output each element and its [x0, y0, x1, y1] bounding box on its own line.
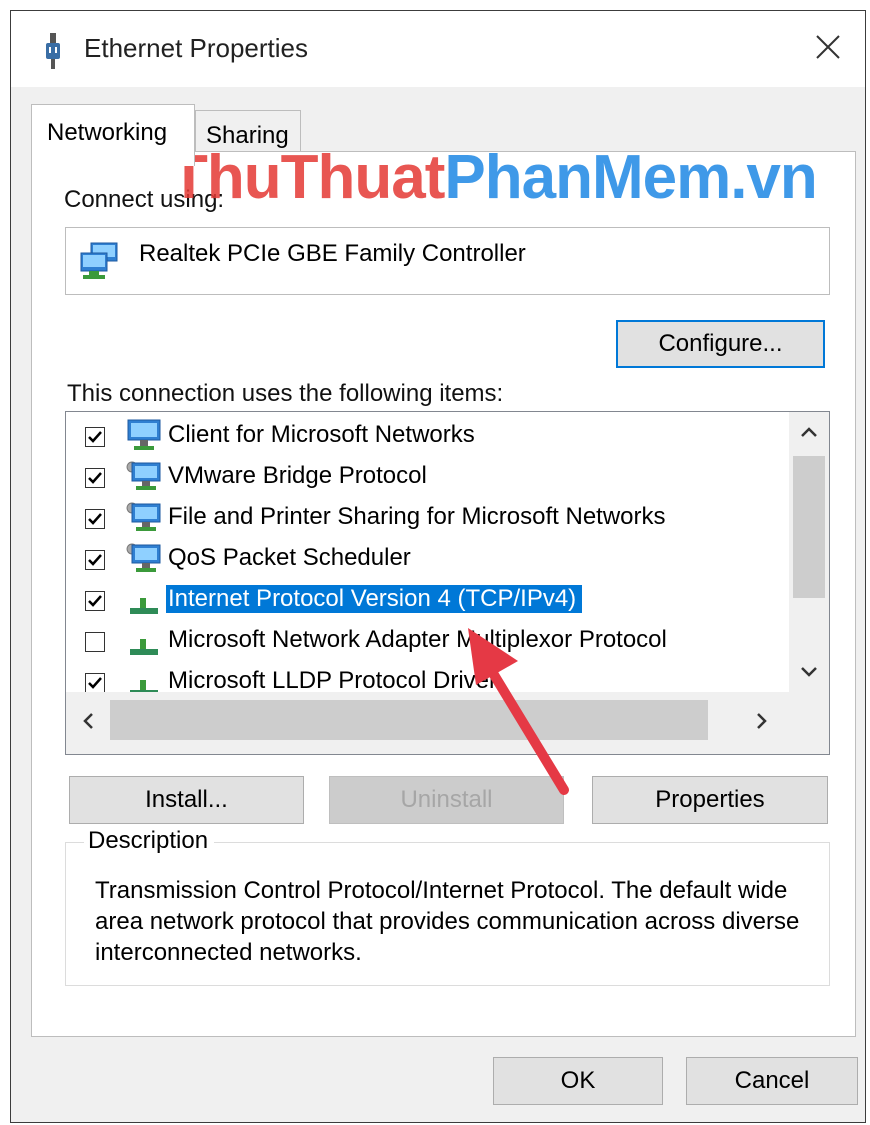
item-label: Client for Microsoft Networks — [168, 421, 475, 448]
vertical-scroll-thumb[interactable] — [793, 456, 825, 598]
tab-networking[interactable]: Networking — [31, 104, 195, 166]
item-checkbox[interactable] — [85, 550, 105, 570]
network-service-icon — [124, 459, 164, 495]
connect-using-label: Connect using: — [64, 186, 225, 213]
list-item[interactable]: Client for Microsoft Networks — [66, 417, 786, 455]
cancel-button[interactable]: Cancel — [686, 1057, 858, 1105]
scroll-right-button[interactable] — [740, 692, 784, 754]
item-label: Microsoft LLDP Protocol Driver — [168, 667, 497, 694]
networking-panel: Connect using: Realtek PCIe GBE Family C… — [31, 151, 856, 1037]
chevron-left-icon — [82, 712, 94, 735]
network-service-icon — [124, 500, 164, 536]
chevron-right-icon — [756, 712, 768, 735]
item-label: VMware Bridge Protocol — [168, 462, 427, 489]
close-button[interactable] — [791, 11, 865, 87]
item-checkbox[interactable] — [85, 468, 105, 488]
horizontal-scroll-thumb[interactable] — [110, 700, 708, 740]
window-title: Ethernet Properties — [84, 33, 309, 63]
network-client-icon — [124, 418, 164, 454]
item-checkbox[interactable] — [85, 673, 105, 693]
ethernet-properties-dialog: Ethernet Properties Networking Sharing C… — [10, 10, 866, 1123]
item-label: Internet Protocol Version 4 (TCP/IPv4) — [166, 585, 583, 613]
item-label: Microsoft Network Adapter Multiplexor Pr… — [168, 626, 667, 653]
scroll-left-button[interactable] — [66, 692, 110, 754]
scroll-up-button[interactable] — [789, 412, 829, 456]
item-label: File and Printer Sharing for Microsoft N… — [168, 503, 666, 530]
adapter-name: Realtek PCIe GBE Family Controller — [139, 240, 526, 267]
properties-button[interactable]: Properties — [592, 776, 828, 824]
adapter-field: Realtek PCIe GBE Family Controller — [65, 227, 830, 295]
list-item[interactable]: Microsoft Network Adapter Multiplexor Pr… — [66, 622, 786, 660]
list-item-selected[interactable]: Internet Protocol Version 4 (TCP/IPv4) — [66, 581, 786, 619]
ok-button[interactable]: OK — [493, 1057, 663, 1105]
item-label: QoS Packet Scheduler — [168, 544, 411, 571]
items-list[interactable]: Client for Microsoft Networks VMware Bri… — [65, 411, 830, 755]
items-label: This connection uses the following items… — [67, 380, 504, 407]
list-item[interactable]: VMware Bridge Protocol — [66, 458, 786, 496]
horizontal-scrollbar[interactable] — [66, 692, 829, 754]
install-button[interactable]: Install... — [69, 776, 304, 824]
list-item[interactable]: QoS Packet Scheduler — [66, 540, 786, 578]
chevron-up-icon — [800, 425, 818, 443]
network-adapter-icon — [79, 241, 121, 286]
configure-button[interactable]: Configure... — [616, 320, 825, 368]
vertical-scrollbar[interactable] — [789, 412, 829, 692]
description-text: Transmission Control Protocol/Internet P… — [95, 877, 800, 966]
description-group: Description Transmission Control Protoco… — [65, 827, 830, 986]
item-checkbox[interactable] — [85, 591, 105, 611]
item-checkbox[interactable] — [85, 632, 105, 652]
item-checkbox[interactable] — [85, 509, 105, 529]
description-title: Description — [84, 827, 215, 855]
protocol-icon — [124, 582, 164, 618]
uninstall-button[interactable]: Uninstall — [329, 776, 564, 824]
list-item[interactable]: File and Printer Sharing for Microsoft N… — [66, 499, 786, 537]
scroll-down-button[interactable] — [789, 656, 829, 692]
close-icon — [815, 34, 841, 65]
item-checkbox[interactable] — [85, 427, 105, 447]
network-service-icon — [124, 541, 164, 577]
protocol-icon — [124, 623, 164, 659]
title-bar: Ethernet Properties — [11, 11, 865, 87]
chevron-down-icon — [800, 665, 818, 683]
ethernet-icon — [44, 33, 62, 73]
